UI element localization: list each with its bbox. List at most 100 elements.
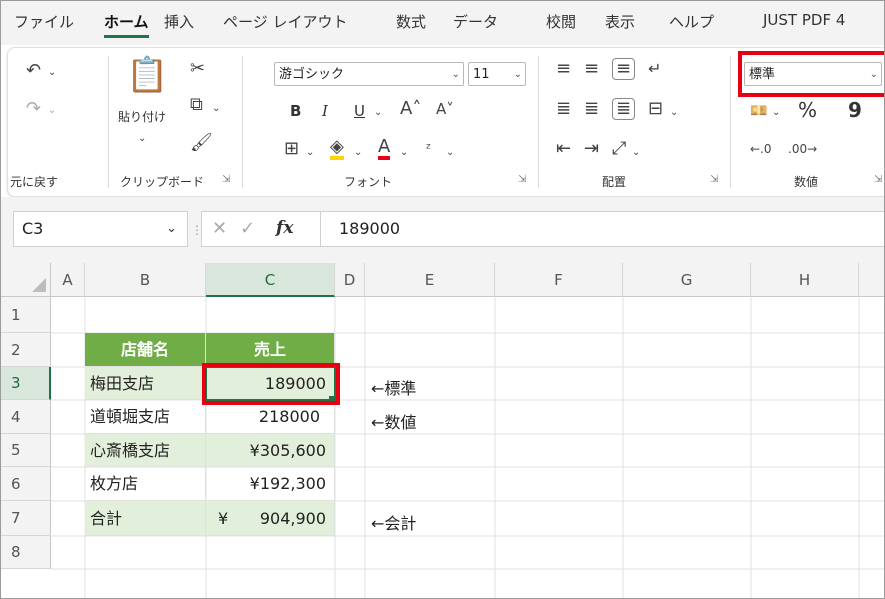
confirm-icon[interactable]: ✓ (240, 220, 255, 238)
cell-b4[interactable]: 道頓堀支店 (85, 400, 206, 434)
accounting-dropdown-icon[interactable]: ⌄ (772, 104, 780, 122)
merge-dropdown-icon[interactable]: ⌄ (670, 104, 678, 122)
copy-icon[interactable]: ⧉ (190, 96, 203, 114)
increase-decimal-icon[interactable]: ←.0 (750, 140, 772, 158)
tab-formulas[interactable]: 数式 (396, 11, 426, 32)
font-color-icon[interactable]: A (378, 138, 391, 160)
chevron-down-icon[interactable]: ⌄ (166, 212, 177, 246)
format-painter-icon[interactable]: 🖌 (190, 134, 213, 152)
row-header-6[interactable]: 6 (1, 467, 51, 501)
borders-dropdown-icon[interactable]: ⌄ (306, 144, 314, 162)
number-launcher-icon[interactable]: ⇲ (874, 174, 882, 185)
column-header-c[interactable]: C (206, 263, 335, 297)
insert-function-button[interactable]: fx (276, 218, 293, 238)
decrease-indent-icon[interactable]: ⇤ (556, 140, 571, 158)
paste-button-label[interactable]: 貼り付け (118, 108, 166, 125)
tab-review[interactable]: 校閲 (546, 11, 576, 32)
copy-dropdown-icon[interactable]: ⌄ (212, 100, 220, 118)
wrap-text-icon[interactable]: ↵ (648, 60, 661, 78)
align-right-icon[interactable]: ≣ (612, 98, 636, 120)
paste-icon[interactable]: 📋 (126, 58, 168, 92)
row-header-1[interactable]: 1 (1, 297, 51, 333)
clipboard-launcher-icon[interactable]: ⇲ (222, 174, 230, 185)
cell-b7[interactable]: 合計 (85, 501, 206, 536)
increase-indent-icon[interactable]: ⇥ (584, 140, 599, 158)
align-center-icon[interactable]: ≣ (584, 100, 599, 118)
phonetic-dropdown-icon[interactable]: ⌄ (446, 144, 454, 162)
fill-color-dropdown-icon[interactable]: ⌄ (354, 144, 362, 162)
alignment-group-label: 配置 (602, 175, 627, 189)
fill-color-icon[interactable]: ◈ (330, 138, 344, 160)
row-header-3[interactable]: 3 (1, 367, 51, 400)
cell-c7-value: 904,900 (259, 509, 326, 528)
cancel-icon[interactable]: ✕ (212, 220, 227, 238)
tab-home[interactable]: ホーム (104, 11, 149, 38)
cell-b5[interactable]: 心斎橋支店 (85, 434, 206, 467)
underline-button[interactable]: U (354, 102, 365, 120)
tab-page-layout[interactable]: ページ レイアウト (223, 11, 347, 32)
borders-icon[interactable]: ⊞ (284, 140, 299, 158)
cell-b3[interactable]: 梅田支店 (85, 367, 206, 400)
percent-style-button[interactable]: % (798, 98, 817, 122)
redo-dropdown-icon[interactable]: ⌄ (48, 102, 56, 120)
font-name-combo[interactable]: 游ゴシック ⌄ (274, 62, 464, 86)
column-header-partial (859, 263, 884, 297)
excel-window: ファイル ホーム 挿入 ページ レイアウト 数式 データ 校閲 表示 ヘルプ J… (0, 0, 885, 599)
alignment-launcher-icon[interactable]: ⇲ (710, 174, 718, 185)
bold-button[interactable]: B (290, 102, 301, 120)
row-header-7[interactable]: 7 (1, 501, 51, 536)
font-color-dropdown-icon[interactable]: ⌄ (400, 144, 408, 162)
underline-dropdown-icon[interactable]: ⌄ (374, 104, 382, 122)
column-header-h[interactable]: H (751, 263, 859, 297)
cell-b6[interactable]: 枚方店 (85, 467, 206, 501)
column-header-e[interactable]: E (365, 263, 495, 297)
tab-just-pdf[interactable]: JUST PDF 4 (763, 11, 845, 29)
cell-c7[interactable]: ¥ 904,900 (206, 501, 335, 536)
cell-c5[interactable]: ¥305,600 (206, 434, 335, 467)
table-header-sales[interactable]: 売上 (206, 333, 335, 367)
tab-file[interactable]: ファイル (14, 11, 74, 32)
orientation-dropdown-icon[interactable]: ⌄ (632, 144, 640, 162)
row-header-5[interactable]: 5 (1, 434, 51, 467)
column-header-g[interactable]: G (623, 263, 751, 297)
cell-c6[interactable]: ¥192,300 (206, 467, 335, 501)
select-all-button[interactable] (1, 263, 51, 297)
name-box[interactable]: C3 ⌄ (13, 211, 188, 247)
phonetic-icon[interactable]: ᶻ (426, 140, 431, 158)
accounting-format-icon[interactable]: 💴 (750, 102, 767, 120)
redo-icon[interactable]: ↷ (26, 100, 41, 118)
cell-c4[interactable]: 218000 (206, 400, 335, 434)
tab-help[interactable]: ヘルプ (669, 11, 714, 32)
merge-center-icon[interactable]: ⊟ (648, 100, 663, 118)
align-top-icon[interactable]: ≡ (556, 60, 571, 78)
cut-icon[interactable]: ✂ (190, 60, 205, 78)
undo-dropdown-icon[interactable]: ⌄ (48, 64, 56, 82)
font-launcher-icon[interactable]: ⇲ (518, 174, 526, 185)
name-box-value: C3 (22, 219, 44, 238)
tab-view[interactable]: 表示 (605, 11, 635, 32)
column-header-f[interactable]: F (495, 263, 623, 297)
column-header-d[interactable]: D (335, 263, 365, 297)
decrease-font-size-icon[interactable]: A˅ (436, 100, 454, 118)
font-size-combo[interactable]: 11 ⌄ (468, 62, 526, 86)
table-header-store[interactable]: 店舗名 (85, 333, 206, 367)
undo-icon[interactable]: ↶ (26, 62, 41, 80)
tab-insert[interactable]: 挿入 (164, 11, 194, 32)
orientation-icon[interactable]: ⤢ (612, 140, 626, 158)
paste-dropdown-icon[interactable]: ⌄ (138, 130, 146, 148)
comma-style-button[interactable]: 9 (848, 98, 862, 122)
column-header-a[interactable]: A (51, 263, 85, 297)
note-accounting: ←会計 (371, 514, 417, 533)
decrease-decimal-icon[interactable]: .00→ (788, 140, 817, 158)
tab-data[interactable]: データ (453, 11, 498, 32)
align-bottom-icon[interactable]: ≡ (612, 58, 636, 80)
row-header-4[interactable]: 4 (1, 400, 51, 434)
align-middle-icon[interactable]: ≡ (584, 60, 599, 78)
increase-font-size-icon[interactable]: A˄ (400, 100, 421, 118)
formula-input[interactable]: 189000 (321, 211, 884, 247)
italic-button[interactable]: I (322, 102, 328, 120)
row-header-8[interactable]: 8 (1, 536, 51, 569)
column-header-b[interactable]: B (85, 263, 206, 297)
row-header-2[interactable]: 2 (1, 333, 51, 367)
align-left-icon[interactable]: ≣ (556, 100, 571, 118)
